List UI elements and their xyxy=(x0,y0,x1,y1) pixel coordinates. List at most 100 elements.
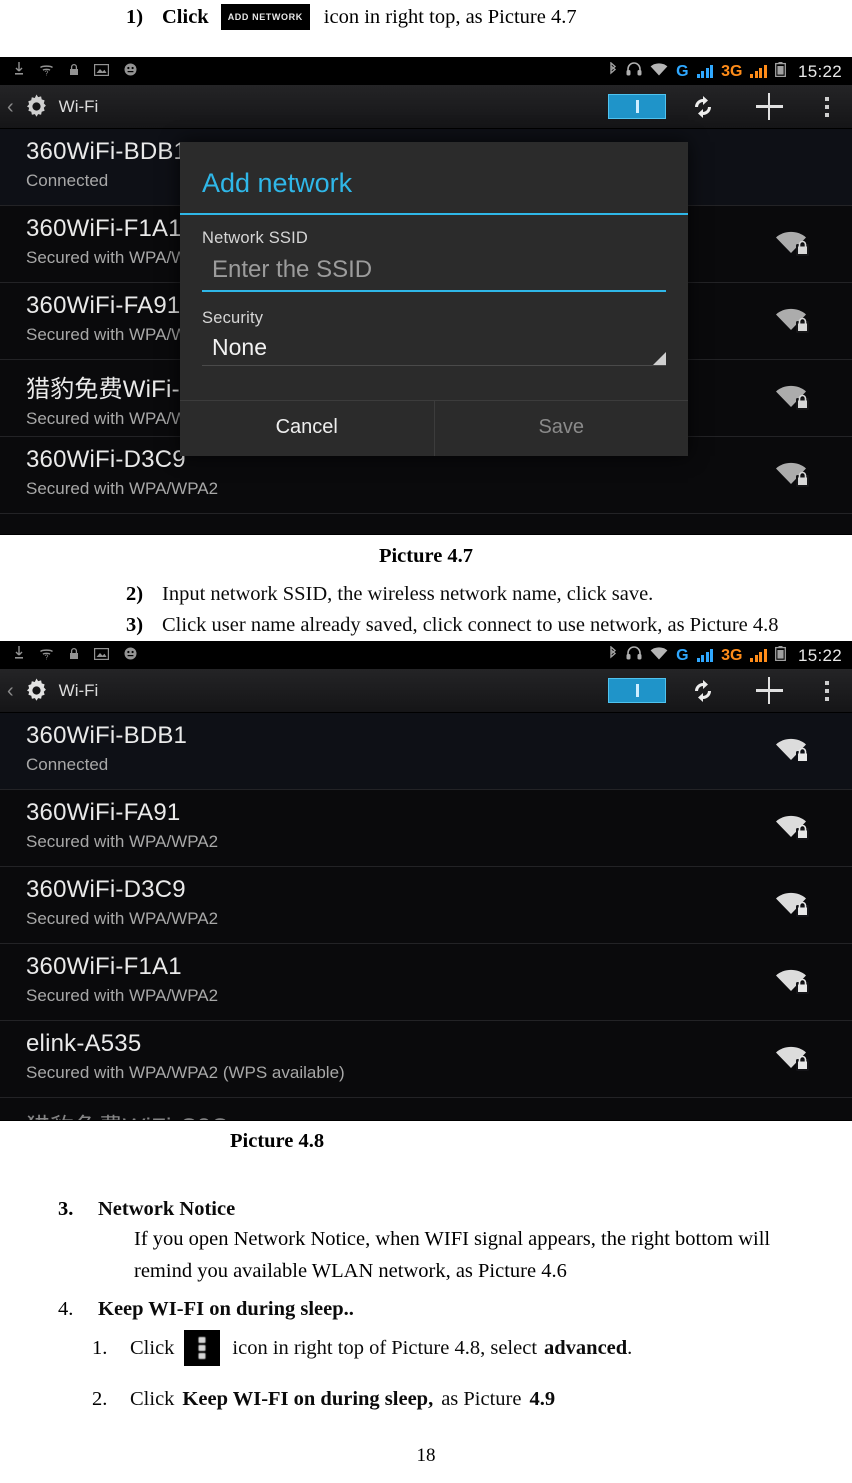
dropdown-caret-icon[interactable] xyxy=(653,352,666,365)
overflow-menu-icon[interactable] xyxy=(802,85,852,128)
add-network-plus-icon[interactable] xyxy=(736,669,802,712)
network-type-g: G xyxy=(676,646,689,664)
wifi-question-icon: ? xyxy=(39,647,54,665)
cancel-button[interactable]: Cancel xyxy=(180,401,434,456)
back-chevron-icon[interactable]: ‹ xyxy=(7,681,14,701)
network-type-3g: 3G xyxy=(721,646,743,664)
caption-picture-4-7: Picture 4.7 xyxy=(378,545,474,567)
step-2-number: 2) xyxy=(126,582,144,605)
wifi-signal-locked-icon xyxy=(772,382,812,414)
wifi-icon xyxy=(650,62,668,81)
section-3-heading: Network Notice xyxy=(98,1198,236,1220)
step-3-line: 3) Click user name already saved, click … xyxy=(126,612,779,638)
wifi-question-icon: ? xyxy=(39,63,54,81)
overflow-menu-icon xyxy=(184,1330,221,1366)
download-icon xyxy=(14,646,24,665)
security-select-value[interactable]: None xyxy=(202,328,666,365)
wifi-action-bar: ‹ Wi-Fi xyxy=(0,85,852,129)
bluetooth-icon xyxy=(608,60,618,82)
emoji-icon xyxy=(124,63,137,81)
list-item[interactable]: 360WiFi-BDB1 Connected xyxy=(0,713,852,790)
battery-icon xyxy=(775,61,786,82)
section-4-sub-1-pre: Click xyxy=(130,1337,175,1359)
add-network-plus-icon[interactable] xyxy=(736,85,802,128)
signal-bars-g xyxy=(696,65,714,78)
status-bar-left-icons: ? xyxy=(0,646,137,665)
section-4-sub-1-mid: icon in right top of Picture 4.8, select xyxy=(232,1337,538,1359)
overflow-menu-icon[interactable] xyxy=(802,669,852,712)
action-bar-left[interactable]: ‹ Wi-Fi xyxy=(0,93,98,120)
signal-bars-3g xyxy=(750,65,767,78)
step-3-number: 3) xyxy=(126,613,144,636)
battery-icon xyxy=(775,645,786,666)
section-4-sub-1-number: 1. xyxy=(92,1336,108,1359)
wifi-signal-locked-icon xyxy=(772,812,812,844)
step-1-tail: icon in right top, as Picture 4.7 xyxy=(323,5,577,28)
wifi-toggle-switch[interactable] xyxy=(604,669,670,712)
security-underline xyxy=(202,352,666,366)
list-item[interactable]: elink-A535 Secured with WPA/WPA2 (WPS av… xyxy=(0,1021,852,1098)
screenshot-picture-4-8: ? G 3G 15:22 ‹ Wi-Fi 360WiFi-BDB1 Connec… xyxy=(0,641,852,1121)
action-bar-title: Wi-Fi xyxy=(58,96,99,116)
status-bar-right-icons: G 3G 15:22 xyxy=(608,58,842,85)
wifi-ssid: 360WiFi-FA91 xyxy=(26,799,181,826)
wifi-status: Secured with WPA/WPA2 xyxy=(26,986,219,1005)
wifi-status: Secured with WPA/WPA2 xyxy=(26,832,219,851)
svg-text:?: ? xyxy=(45,654,49,660)
add-network-icon: ADD NETWORK xyxy=(220,4,310,30)
settings-gear-icon[interactable] xyxy=(23,677,50,704)
list-item[interactable]: 360WiFi-D3C9 Secured with WPA/WPA2 xyxy=(0,867,852,944)
section-4-sub-2-bold-2: 4.9 xyxy=(529,1388,556,1410)
wifi-ssid: 猎豹免费WiFi-C8C xyxy=(26,1107,852,1120)
signal-bars-3g xyxy=(750,649,767,662)
scan-refresh-icon[interactable] xyxy=(670,85,736,128)
section-4-sub-2-number: 2. xyxy=(92,1387,108,1410)
network-ssid-input[interactable]: Enter the SSID xyxy=(202,248,666,290)
section-4-sub-2-mid: as Picture xyxy=(441,1388,522,1410)
emoji-icon xyxy=(124,647,137,665)
action-bar-left[interactable]: ‹ Wi-Fi xyxy=(0,677,98,704)
section-4-sub-1-line: 1. Click icon in right top of Picture 4.… xyxy=(92,1330,632,1366)
section-4-sub-2-bold-1: Keep WI-FI on during sleep, xyxy=(182,1388,434,1410)
step-1-line: 1) Click ADD NETWORK icon in right top, … xyxy=(126,4,577,30)
action-bar-title: Wi-Fi xyxy=(58,680,99,700)
caption-picture-4-8: Picture 4.8 xyxy=(230,1130,325,1152)
step-1-number: 1) xyxy=(126,5,144,28)
list-item[interactable]: 猎豹免费WiFi-C8C xyxy=(0,1098,852,1120)
wifi-status: Secured with WPA/WPA2 xyxy=(26,909,219,928)
wifi-signal-locked-icon xyxy=(772,966,812,998)
signal-bars-g xyxy=(696,649,714,662)
wifi-status: Secured with WPA/WPA2 xyxy=(26,479,219,498)
back-chevron-icon[interactable]: ‹ xyxy=(7,97,14,117)
wifi-status: Connected xyxy=(26,755,109,774)
section-3-heading-line: 3. Network Notice xyxy=(58,1196,235,1222)
page-number: 18 xyxy=(416,1445,436,1466)
status-bar-right-icons: G 3G 15:22 xyxy=(608,642,842,669)
network-type-g: G xyxy=(676,62,689,80)
headset-icon xyxy=(626,62,642,81)
section-3-body-line-1: If you open Network Notice, when WIFI si… xyxy=(134,1228,771,1250)
status-bar-left-icons: ? xyxy=(0,62,137,81)
network-ssid-label: Network SSID xyxy=(202,229,309,247)
list-item[interactable]: 360WiFi-FA91 Secured with WPA/WPA2 xyxy=(0,790,852,867)
section-4-heading-line: 4. Keep WI-FI on during sleep.. xyxy=(58,1296,354,1322)
list-item[interactable]: 360WiFi-F1A1 Secured with WPA/WPA2 xyxy=(0,944,852,1021)
scan-refresh-icon[interactable] xyxy=(670,669,736,712)
step-1-click-label: Click xyxy=(162,5,209,28)
wifi-signal-locked-icon xyxy=(772,459,812,491)
wifi-toggle-switch[interactable] xyxy=(604,85,670,128)
section-3-body-line-2: remind you available WLAN network, as Pi… xyxy=(134,1260,567,1282)
wifi-signal-locked-icon xyxy=(772,228,812,260)
section-4-sub-2-line: 2. Click Keep WI-FI on during sleep, as … xyxy=(92,1386,555,1412)
wifi-signal-locked-icon xyxy=(772,889,812,921)
svg-text:?: ? xyxy=(45,70,49,76)
section-4-sub-1-period: . xyxy=(627,1337,633,1359)
save-button[interactable]: Save xyxy=(433,401,689,456)
lock-icon xyxy=(69,647,79,665)
wifi-signal-locked-icon xyxy=(772,735,812,767)
wifi-status: Secured with WPA/WPA2 (WPS available) xyxy=(26,1063,345,1082)
settings-gear-icon[interactable] xyxy=(23,93,50,120)
bluetooth-icon xyxy=(608,644,618,666)
section-4-number: 4. xyxy=(58,1297,74,1320)
wifi-icon xyxy=(650,646,668,665)
